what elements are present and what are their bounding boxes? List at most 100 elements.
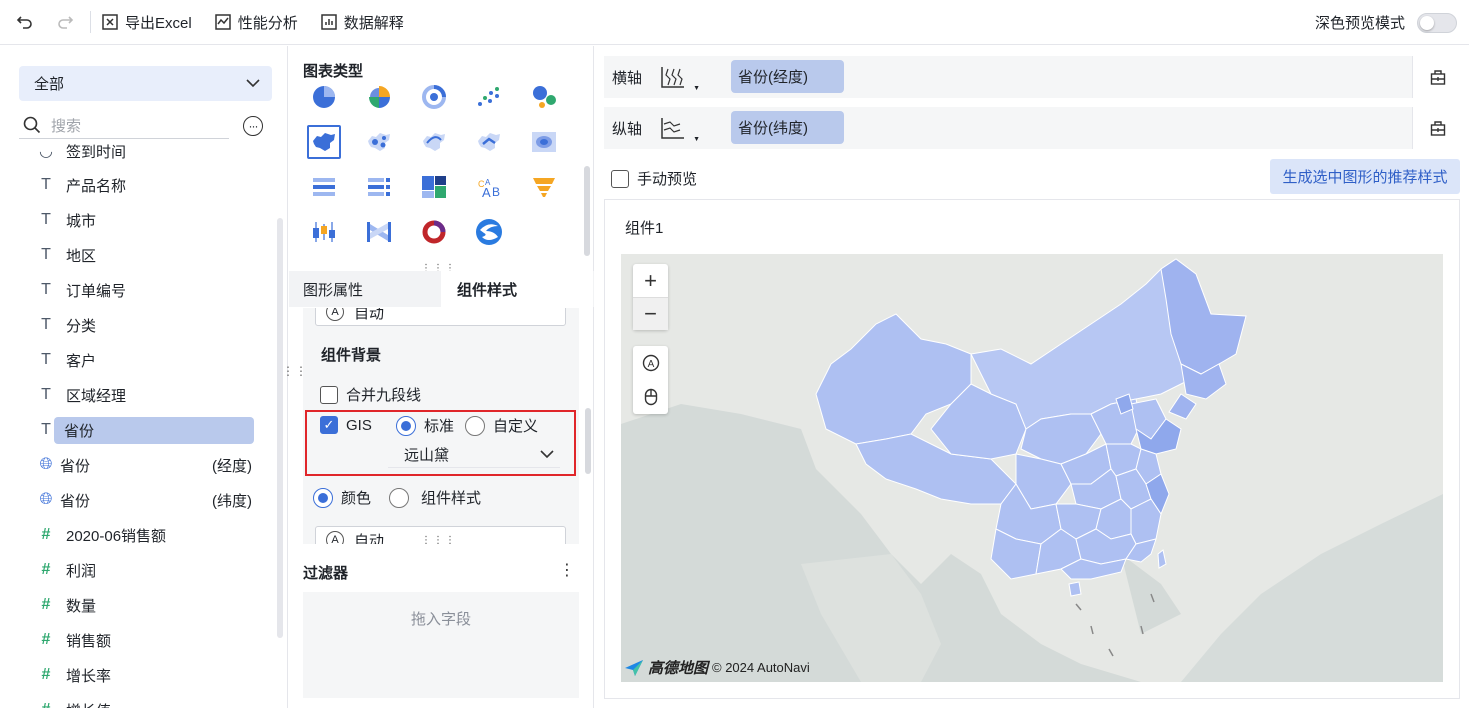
zoom-out-button[interactable]: − [633,297,668,330]
rose-chart-icon[interactable] [362,80,396,114]
scatter-chart-icon[interactable] [472,80,506,114]
gauge-ring-icon[interactable] [417,215,451,249]
field-item[interactable]: # 数量 [36,591,256,619]
zoom-in-button[interactable]: + [633,264,668,297]
svg-text:B: B [492,185,500,199]
number-list-icon[interactable] [362,170,396,204]
data-explain-button[interactable]: 数据解释 [320,12,404,33]
tab-graph-properties[interactable]: 图形属性 [289,271,441,307]
y-axis-label: 纵轴 [612,120,643,138]
search-input[interactable]: 搜索 [51,115,81,136]
field-label: 增长值 [66,700,111,708]
x-axis-type-icon[interactable]: ▼ [656,60,700,94]
field-item[interactable]: # 利润 [36,556,256,584]
manual-preview-checkbox[interactable] [611,169,629,188]
undo-icon[interactable] [14,11,36,33]
treemap-icon[interactable] [417,170,451,204]
field-label: 订单编号 [66,282,127,300]
data-explain-label: 数据解释 [343,14,404,32]
field-item[interactable]: # 增长率 [36,661,256,689]
dark-preview-switch[interactable] [1417,12,1457,33]
field-item[interactable]: #2020-06销售额 [36,521,256,549]
merge-nine-dash-label: 合并九段线 [346,387,422,404]
bubble-chart-icon[interactable] [527,80,561,114]
map-attribution: 高德地图 © 2024 AutoNavi [624,657,810,678]
field-item[interactable]: 🌐︎ 省份 (纬度) [36,486,256,514]
more-vertical-icon[interactable]: ⋮ [559,560,575,580]
color-radio-button[interactable] [313,487,333,508]
field-item[interactable]: T 产品名称 [36,171,256,199]
field-item[interactable]: T 城市 [36,206,256,234]
component-style-radio[interactable]: 组件样式 [389,487,481,508]
field-list-scrollbar[interactable] [277,218,283,638]
map-copyright: © 2024 AutoNavi [712,660,810,675]
field-item[interactable]: # 销售额 [36,626,256,654]
y-axis-type-icon[interactable]: ▼ [656,111,700,145]
text-field-icon: T [41,386,51,403]
style-scrollbar[interactable] [585,408,591,474]
field-item[interactable]: ◡ 签到时间 [36,141,256,165]
component-style-radio-label: 组件样式 [421,490,482,507]
heat-dot-map-icon[interactable] [472,125,506,159]
component-canvas: 组件1 + − A 高德地图 © 2024 AutoNavi [604,199,1460,699]
x-axis-settings-icon[interactable] [1412,56,1462,98]
field-item[interactable]: T 分类 [36,311,256,339]
flow-map-icon[interactable] [417,125,451,159]
funnel-chart-icon[interactable] [527,170,561,204]
dot-map-icon[interactable] [362,125,396,159]
globe-chart-icon[interactable] [472,215,506,249]
redo-icon[interactable] [54,11,76,33]
field-item[interactable]: T 地区 [36,241,256,269]
heat-map-icon[interactable] [527,125,561,159]
field-item[interactable]: T 区域经理 [36,381,256,409]
candlestick-chart-icon[interactable] [307,215,341,249]
globe-icon: 🌐︎ [39,456,53,473]
field-item[interactable]: T 客户 [36,346,256,374]
gis-highlight-box [305,410,576,476]
filter-drop-zone[interactable]: 拖入字段 [303,592,579,698]
ring-chart-icon[interactable] [417,80,451,114]
resize-handle-icon[interactable]: ⋮⋮⋮ [421,536,457,546]
tab-component-style[interactable]: 组件样式 [441,271,593,307]
field-item[interactable]: # 增长值 [36,696,256,708]
field-label: 省份 [54,416,254,444]
drop-placeholder: 拖入字段 [410,611,471,628]
y-axis-settings-icon[interactable] [1412,107,1462,149]
filter-title: 过滤器 [303,565,349,582]
toolbar-divider [90,11,91,33]
performance-analysis-button[interactable]: 性能分析 [214,12,298,33]
y-axis-field-pill[interactable]: 省份(纬度) [731,111,844,144]
component-style-radio-button[interactable] [389,487,409,508]
chart-types-scrollbar[interactable] [584,166,590,256]
map-chart-icon[interactable] [307,125,341,159]
merge-nine-dash-checkbox[interactable] [320,385,338,404]
field-label: 城市 [66,212,97,230]
sankey-chart-icon[interactable] [362,215,396,249]
more-options-icon[interactable]: ··· [243,116,263,136]
field-item[interactable]: T 订单编号 [36,276,256,304]
x-axis-field-pill[interactable]: 省份(经度) [731,60,844,93]
color-radio[interactable]: 颜色 [313,487,371,508]
chart-types-title: 图表类型 [303,63,364,80]
mouse-scroll-icon[interactable] [633,380,668,414]
top-auto-dropdown[interactable]: A 自动 [315,308,566,326]
field-category-dropdown[interactable]: 全部 [19,66,272,101]
pie-chart-icon[interactable] [307,80,341,114]
auto-fit-icon[interactable]: A [633,346,668,380]
word-cloud-icon[interactable]: CAAB [472,170,506,204]
data-explain-icon [320,14,337,30]
manual-preview-option[interactable]: 手动预览 [611,168,697,189]
field-item[interactable]: 🌐︎ 省份 (经度) [36,451,256,479]
field-item-selected[interactable]: T 省份 [36,416,256,444]
map-tool-controls: A [633,346,668,414]
merge-nine-dash-option[interactable]: 合并九段线 [320,384,421,405]
number-field-icon: # [36,701,56,708]
field-search[interactable]: 搜索 [19,112,229,139]
export-excel-button[interactable]: 导出Excel [101,12,192,33]
ranking-list-icon[interactable] [307,170,341,204]
chart-config-panel: 图表类型 CAAB ⋮⋮⋮ 图形属性 组件样式 A 自动 组件背景 合并九段线 … [289,46,594,708]
chevron-down-icon [246,79,260,88]
recommend-style-button[interactable]: 生成选中图形的推荐样式 [1270,159,1460,194]
china-map[interactable]: + − A 高德地图 © 2024 AutoNavi [621,254,1443,682]
field-sub-label: (纬度) [212,492,252,510]
